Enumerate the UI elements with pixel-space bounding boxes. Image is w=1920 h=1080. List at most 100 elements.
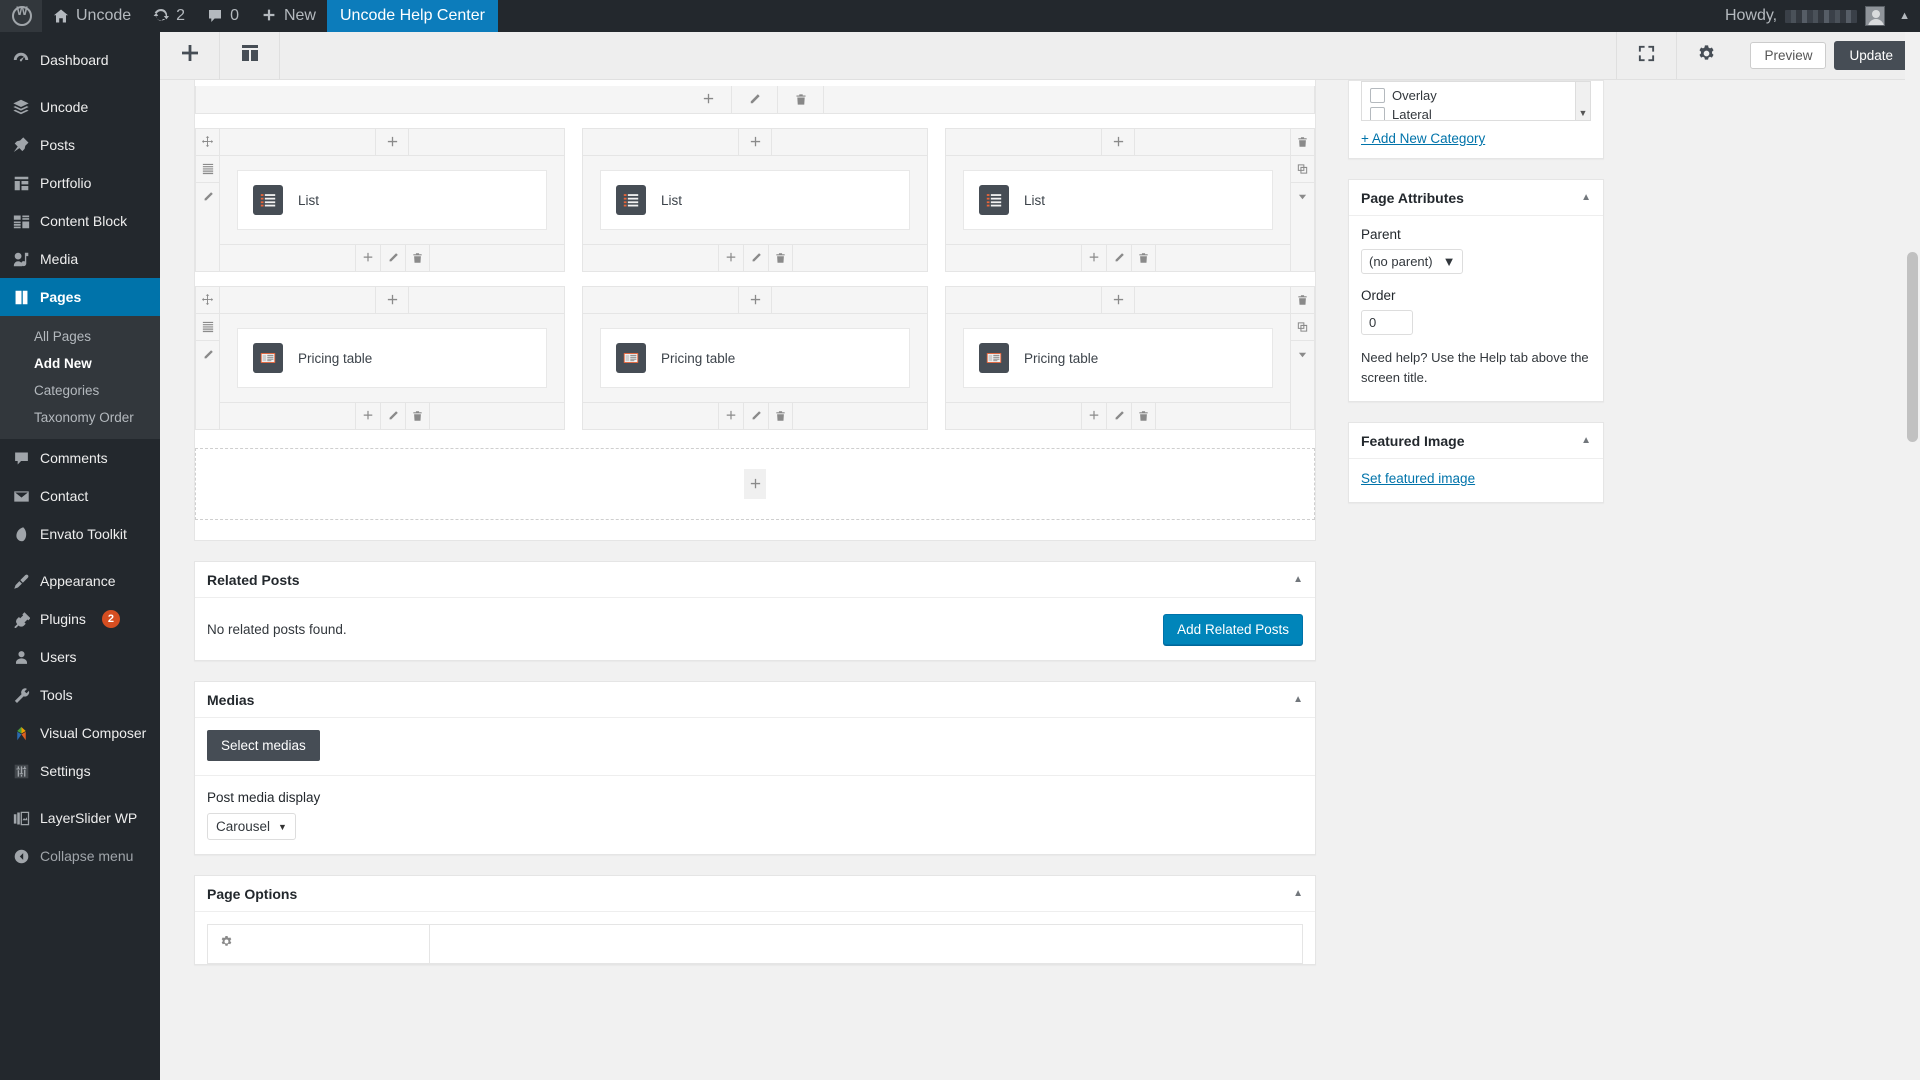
add-new-category-link[interactable]: + Add New Category [1361, 131, 1485, 146]
edit-row-button[interactable] [196, 183, 219, 210]
page-options-tab-general[interactable] [208, 925, 430, 963]
wordpress-logo-button[interactable] [0, 0, 42, 32]
builder-element[interactable]: List [600, 170, 910, 230]
page-options-header[interactable]: Page Options ▲ [195, 876, 1315, 912]
categories-scrollbar[interactable]: ▼ [1575, 82, 1590, 120]
related-posts-header[interactable]: Related Posts ▲ [195, 562, 1315, 598]
site-name-button[interactable]: Uncode [42, 0, 142, 32]
add-element-button[interactable] [375, 129, 409, 155]
builder-element[interactable]: List [963, 170, 1273, 230]
row-more-button[interactable] [1291, 183, 1314, 210]
preview-button[interactable]: Preview [1750, 42, 1827, 69]
add-row-button[interactable] [744, 469, 766, 499]
builder-element[interactable]: Pricing table [963, 328, 1273, 388]
builder-element[interactable]: Pricing table [237, 328, 547, 388]
delete-element-button[interactable] [404, 245, 430, 271]
page-scrollbar[interactable] [1905, 32, 1920, 1080]
add-element-button[interactable] [354, 403, 380, 429]
caret-up-icon[interactable]: ▲ [1293, 888, 1303, 899]
sidebar-item-envato-toolkit[interactable]: Envato Toolkit [0, 515, 160, 553]
add-element-button[interactable] [717, 245, 743, 271]
sidebar-item-pages[interactable]: Pages [0, 278, 160, 316]
edit-element-button[interactable] [1105, 403, 1131, 429]
page-scrollbar-thumb[interactable] [1907, 252, 1918, 442]
duplicate-row-button[interactable] [1291, 156, 1314, 183]
page-attributes-header[interactable]: Page Attributes ▲ [1349, 180, 1603, 216]
sidebar-item-layerslider-wp[interactable]: LayerSlider WP [0, 799, 160, 837]
add-element-button[interactable] [738, 129, 772, 155]
sidebar-item-posts[interactable]: Posts [0, 126, 160, 164]
sidebar-item-plugins[interactable]: Plugins 2 [0, 600, 160, 638]
sidebar-item-users[interactable]: Users [0, 638, 160, 676]
order-input[interactable] [1361, 310, 1413, 335]
select-medias-button[interactable]: Select medias [207, 730, 320, 761]
builder-element[interactable]: List [237, 170, 547, 230]
sidebar-item-content-block[interactable]: Content Block [0, 202, 160, 240]
add-element-button[interactable] [738, 287, 772, 313]
medias-header[interactable]: Medias ▲ [195, 682, 1315, 718]
checkbox-icon[interactable] [1370, 107, 1385, 120]
caret-up-icon[interactable]: ▲ [1293, 694, 1303, 705]
sidebar-item-taxonomy-order[interactable]: Taxonomy Order [0, 404, 160, 431]
account-menu-button[interactable]: Howdy, [1725, 6, 1895, 26]
caret-up-icon[interactable]: ▲ [1293, 574, 1303, 585]
sidebar-item-uncode[interactable]: Uncode [0, 88, 160, 126]
add-element-button[interactable] [1101, 287, 1135, 313]
set-featured-image-link[interactable]: Set featured image [1361, 471, 1475, 486]
sidebar-item-appearance[interactable]: Appearance [0, 562, 160, 600]
delete-element-button[interactable] [1130, 245, 1156, 271]
duplicate-row-button[interactable] [1291, 314, 1314, 341]
sidebar-item-portfolio[interactable]: Portfolio [0, 164, 160, 202]
add-element-button[interactable] [1080, 403, 1106, 429]
settings-button[interactable] [1676, 32, 1736, 79]
add-element-button[interactable] [354, 245, 380, 271]
sidebar-item-categories[interactable]: Categories [0, 377, 160, 404]
categories-list[interactable]: Overlay Lateral ▼ [1361, 81, 1591, 121]
delete-element-button[interactable] [404, 403, 430, 429]
drag-row-handle[interactable] [196, 287, 219, 314]
add-element-button[interactable] [160, 32, 220, 79]
fullscreen-button[interactable] [1616, 32, 1676, 79]
sidebar-item-tools[interactable]: Tools [0, 676, 160, 714]
uncode-help-center-button[interactable]: Uncode Help Center [326, 0, 498, 32]
edit-element-button[interactable] [742, 403, 768, 429]
post-media-display-select[interactable]: Carousel ▼ [207, 813, 296, 840]
sidebar-item-settings[interactable]: Settings [0, 752, 160, 790]
updates-button[interactable]: 2 [142, 0, 196, 32]
edit-element-button[interactable] [732, 86, 778, 113]
featured-image-header[interactable]: Featured Image ▲ [1349, 423, 1603, 459]
delete-row-button[interactable] [1291, 129, 1314, 156]
category-checkbox-row[interactable]: Lateral [1370, 105, 1582, 120]
add-element-button[interactable] [686, 86, 732, 113]
new-content-button[interactable]: New [250, 0, 327, 32]
sidebar-item-media[interactable]: Media [0, 240, 160, 278]
add-row-dropzone[interactable] [195, 448, 1315, 520]
sidebar-item-visual-composer[interactable]: Visual Composer [0, 714, 160, 752]
delete-element-button[interactable] [1130, 403, 1156, 429]
add-element-button[interactable] [1101, 129, 1135, 155]
admin-bar-collapse-icon[interactable]: ▲ [1895, 10, 1920, 22]
caret-up-icon[interactable]: ▲ [1581, 435, 1591, 446]
builder-element[interactable]: Pricing table [600, 328, 910, 388]
category-checkbox-row[interactable]: Overlay [1370, 86, 1582, 105]
row-layout-button[interactable] [196, 156, 219, 183]
caret-up-icon[interactable]: ▲ [1581, 192, 1591, 203]
row-more-button[interactable] [1291, 341, 1314, 368]
caret-down-icon[interactable]: ▼ [1579, 108, 1588, 118]
edit-row-button[interactable] [196, 341, 219, 368]
add-element-button[interactable] [717, 403, 743, 429]
sidebar-item-comments[interactable]: Comments [0, 439, 160, 477]
row-layout-button[interactable] [196, 314, 219, 341]
checkbox-icon[interactable] [1370, 88, 1385, 103]
sidebar-item-add-new[interactable]: Add New [0, 350, 160, 377]
delete-element-button[interactable] [778, 86, 824, 113]
delete-element-button[interactable] [767, 245, 793, 271]
delete-element-button[interactable] [767, 403, 793, 429]
sidebar-item-all-pages[interactable]: All Pages [0, 323, 160, 350]
collapse-menu-button[interactable]: Collapse menu [0, 837, 160, 875]
drag-row-handle[interactable] [196, 129, 219, 156]
sidebar-item-dashboard[interactable]: Dashboard [0, 41, 160, 79]
layout-templates-button[interactable] [220, 32, 280, 79]
add-element-button[interactable] [1080, 245, 1106, 271]
delete-row-button[interactable] [1291, 287, 1314, 314]
